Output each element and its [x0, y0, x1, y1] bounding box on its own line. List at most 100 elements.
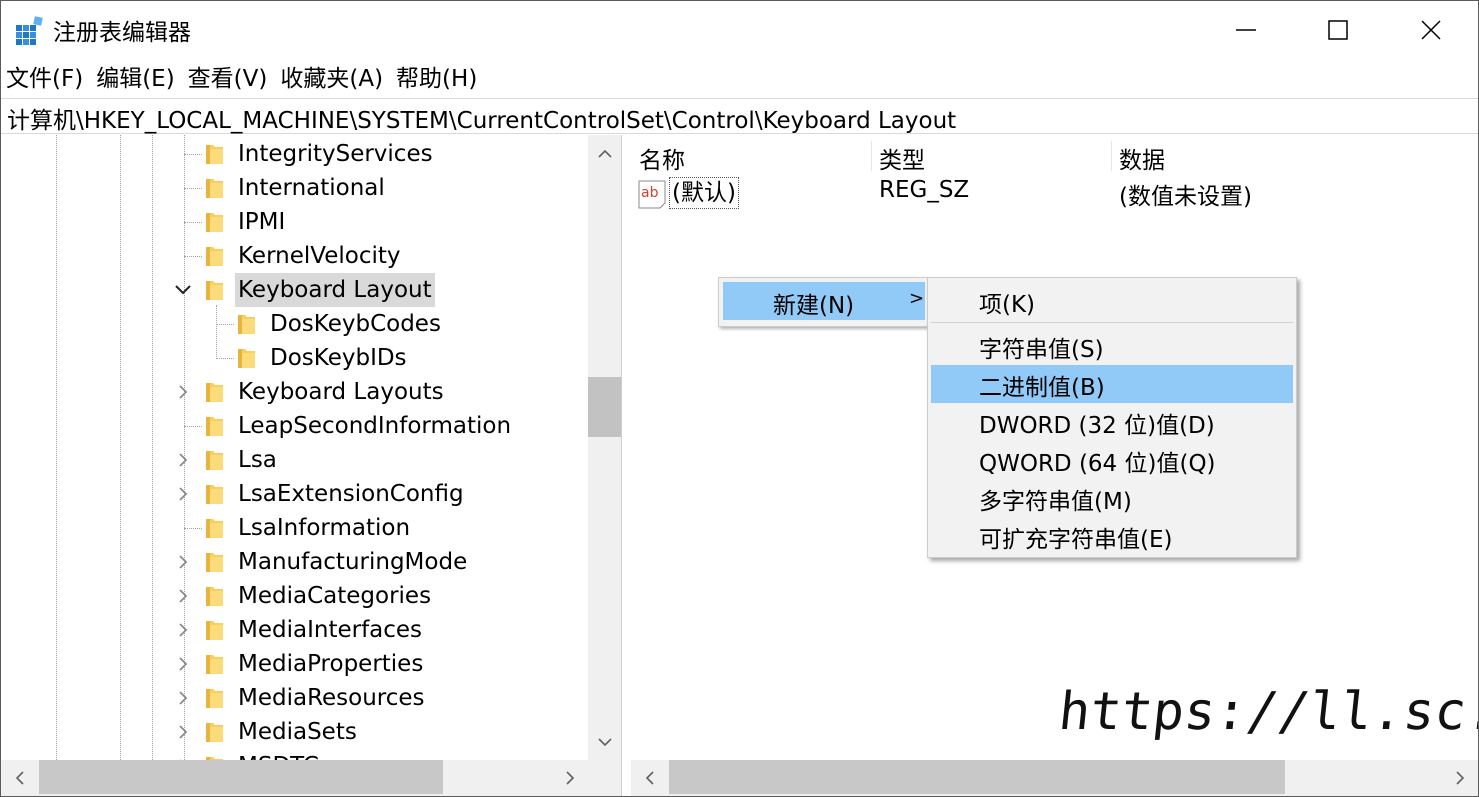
key-tree[interactable]: IntegrityServices International IPMI Kernel… — [1, 135, 588, 760]
scroll-up-icon[interactable] — [588, 135, 621, 171]
tree-item-label[interactable]: LsaInformation — [235, 511, 413, 545]
tree-item[interactable]: MediaInterfaces — [1, 613, 588, 647]
close-button[interactable] — [1385, 1, 1477, 59]
menu-item-new[interactable]: 新建(N) > — [723, 282, 925, 320]
submenu-arrow-icon: > — [909, 288, 925, 309]
tree-item[interactable]: DosKeybCodes — [1, 307, 588, 341]
string-value-icon: ab — [638, 180, 666, 209]
address-bar[interactable]: 计算机\HKEY_LOCAL_MACHINE\SYSTEM\CurrentCon… — [1, 98, 1478, 134]
tree-item-label[interactable]: Keyboard Layouts — [235, 375, 447, 409]
tree-item-label[interactable]: MediaSets — [235, 715, 360, 749]
column-header-name[interactable]: 名称 — [639, 141, 685, 175]
menu-item-string-value[interactable]: 字符串值(S) — [931, 327, 1293, 365]
tree-item-label[interactable]: Keyboard Layout — [235, 273, 435, 307]
menu-item-key[interactable]: 项(K) — [931, 282, 1293, 320]
chevron-down-icon[interactable] — [175, 273, 191, 307]
value-name[interactable]: (默认) — [669, 177, 739, 209]
menu-item-expandable-string-value[interactable]: 可扩充字符串值(E) — [931, 517, 1293, 555]
tree-item[interactable]: MediaResources — [1, 681, 588, 715]
tree-hscroll-thumb[interactable] — [39, 760, 443, 794]
tree-item[interactable]: IPMI — [1, 205, 588, 239]
menu-item-label: 二进制值(B) — [979, 375, 1105, 401]
maximize-button[interactable] — [1292, 1, 1384, 59]
tree-item[interactable]: DosKeybIDs — [1, 341, 588, 375]
menu-bar: 文件(F) 编辑(E) 查看(V) 收藏夹(A) 帮助(H) — [1, 61, 485, 97]
tree-item[interactable]: LsaInformation — [1, 511, 588, 545]
tree-item[interactable]: IntegrityServices — [1, 137, 588, 171]
menu-edit[interactable]: 编辑(E) — [91, 61, 179, 97]
menu-view[interactable]: 查看(V) — [183, 61, 273, 97]
column-divider[interactable] — [871, 141, 872, 171]
tree-vertical-scrollbar[interactable] — [588, 135, 621, 760]
tree-item-label[interactable]: International — [235, 171, 388, 205]
tree-item-label[interactable]: DosKeybIDs — [267, 341, 410, 375]
tree-item[interactable]: Keyboard Layout — [1, 273, 588, 307]
tree-item-label[interactable]: MediaProperties — [235, 647, 426, 681]
folder-icon — [206, 417, 223, 436]
chevron-right-icon[interactable] — [175, 749, 191, 760]
tree-item[interactable]: LsaExtensionConfig — [1, 477, 588, 511]
chevron-right-icon[interactable] — [175, 715, 191, 749]
menu-item-binary-value[interactable]: 二进制值(B) — [931, 365, 1293, 403]
folder-icon — [206, 451, 223, 470]
tree-item[interactable]: MSDTC — [1, 749, 588, 760]
tree-item[interactable]: MediaProperties — [1, 647, 588, 681]
tree-guide-line — [184, 222, 202, 223]
tree-item[interactable]: LeapSecondInformation — [1, 409, 588, 443]
tree-item[interactable]: International — [1, 171, 588, 205]
tree-item-label[interactable]: LsaExtensionConfig — [235, 477, 467, 511]
scroll-down-icon[interactable] — [588, 724, 621, 760]
scroll-left-icon[interactable] — [1, 760, 37, 796]
chevron-right-icon[interactable] — [175, 375, 191, 409]
menu-item-label: 字符串值(S) — [979, 337, 1104, 363]
column-header-type[interactable]: 类型 — [879, 141, 925, 175]
tree-item-label[interactable]: MediaResources — [235, 681, 428, 715]
column-header-data[interactable]: 数据 — [1119, 141, 1165, 175]
tree-item[interactable]: Keyboard Layouts — [1, 375, 588, 409]
chevron-right-icon[interactable] — [175, 477, 191, 511]
tree-item-label[interactable]: MediaCategories — [235, 579, 434, 613]
tree-item[interactable]: ManufacturingMode — [1, 545, 588, 579]
tree-item-label[interactable]: IPMI — [235, 205, 288, 239]
column-divider[interactable] — [1111, 141, 1112, 171]
chevron-right-icon[interactable] — [175, 545, 191, 579]
chevron-right-icon[interactable] — [175, 613, 191, 647]
tree-item[interactable]: KernelVelocity — [1, 239, 588, 273]
chevron-right-icon[interactable] — [175, 681, 191, 715]
tree-item[interactable]: MediaCategories — [1, 579, 588, 613]
menu-help[interactable]: 帮助(H) — [391, 61, 482, 97]
tree-item-label[interactable]: KernelVelocity — [235, 239, 403, 273]
tree-item[interactable]: MediaSets — [1, 715, 588, 749]
scroll-left-icon[interactable] — [631, 760, 667, 796]
tree-guide-line — [184, 188, 202, 189]
key-tree-pane[interactable]: IntegrityServices International IPMI Kernel… — [1, 135, 622, 796]
tree-item-label[interactable]: ManufacturingMode — [235, 545, 470, 579]
tree-item-label[interactable]: MSDTC — [235, 749, 322, 760]
chevron-right-icon[interactable] — [175, 647, 191, 681]
tree-item-label[interactable]: MediaInterfaces — [235, 613, 425, 647]
close-icon — [1421, 20, 1441, 40]
menu-file[interactable]: 文件(F) — [1, 61, 88, 97]
menu-favorites[interactable]: 收藏夹(A) — [275, 61, 388, 97]
address-path[interactable]: 计算机\HKEY_LOCAL_MACHINE\SYSTEM\CurrentCon… — [7, 101, 956, 135]
tree-vscroll-thumb[interactable] — [588, 377, 621, 437]
scroll-right-icon[interactable] — [1442, 760, 1478, 796]
chevron-right-icon[interactable] — [175, 443, 191, 477]
minimize-button[interactable] — [1200, 1, 1292, 59]
tree-item-label[interactable]: Lsa — [235, 443, 280, 477]
menu-item-qword-value[interactable]: QWORD (64 位)值(Q) — [931, 441, 1293, 479]
tree-item-label[interactable]: IntegrityServices — [235, 137, 436, 171]
tree-item-label[interactable]: DosKeybCodes — [267, 307, 444, 341]
tree-horizontal-scrollbar[interactable] — [1, 760, 621, 796]
menu-item-label: QWORD (64 位)值(Q) — [979, 451, 1216, 477]
tree-item[interactable]: Lsa — [1, 443, 588, 477]
menu-item-dword-value[interactable]: DWORD (32 位)值(D) — [931, 403, 1293, 441]
chevron-right-icon[interactable] — [175, 579, 191, 613]
folder-icon — [206, 383, 223, 402]
folder-icon — [206, 723, 223, 742]
menu-item-multi-string-value[interactable]: 多字符串值(M) — [931, 479, 1293, 517]
list-horizontal-scrollbar[interactable] — [631, 760, 1478, 796]
list-hscroll-thumb[interactable] — [669, 760, 1285, 794]
scroll-right-icon[interactable] — [552, 760, 588, 796]
tree-item-label[interactable]: LeapSecondInformation — [235, 409, 514, 443]
